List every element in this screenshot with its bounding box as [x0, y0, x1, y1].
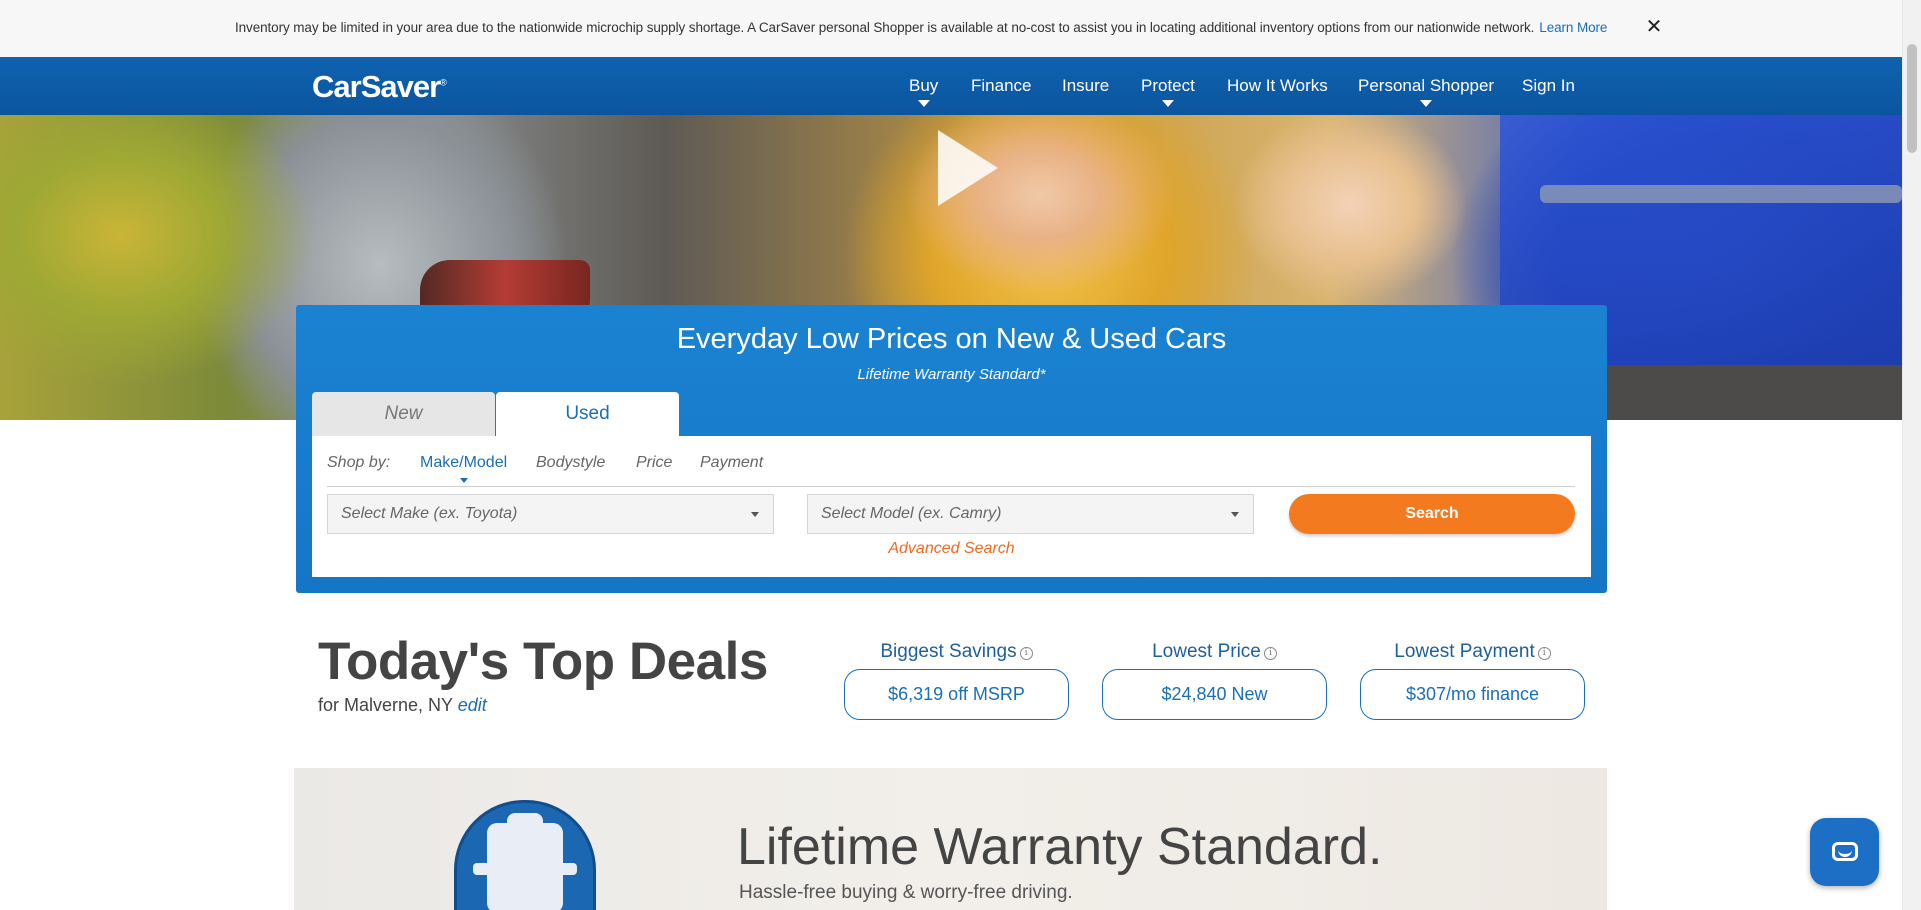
advanced-search-link[interactable]: Advanced Search	[888, 540, 1014, 558]
nav-sign-in[interactable]: Sign In	[1522, 76, 1575, 96]
deal-lowest-payment: Lowest Payment i $307/mo finance	[1360, 641, 1585, 720]
deal-label: Lowest Price i	[1102, 641, 1327, 665]
warranty-subtitle: Hassle-free buying & worry-free driving.	[739, 882, 1073, 903]
chat-icon	[1832, 842, 1858, 861]
chevron-down-icon	[917, 100, 930, 107]
tab-used[interactable]: Used	[496, 392, 679, 437]
nav-how-it-works[interactable]: How It Works	[1227, 76, 1328, 96]
shop-by-bodystyle[interactable]: Bodystyle	[536, 454, 605, 472]
nav-label: Sign In	[1522, 76, 1575, 95]
info-icon[interactable]: i	[1537, 647, 1551, 660]
learn-more-link[interactable]: Learn More	[1539, 20, 1607, 35]
nav-label: Protect	[1141, 76, 1195, 95]
nav-personal-shopper[interactable]: Personal Shopper	[1358, 76, 1495, 107]
deal-button[interactable]: $307/mo finance	[1360, 669, 1585, 720]
info-icon[interactable]: i	[1019, 647, 1033, 660]
make-select-value: Select Make (ex. Toyota)	[341, 505, 518, 522]
shop-by-option-label: Make/Model	[420, 454, 508, 471]
scrollbar[interactable]	[1902, 0, 1921, 910]
shop-by-label: Shop by:	[327, 454, 391, 471]
edit-location-link[interactable]: edit	[458, 695, 487, 715]
logo-text: CarSaver	[312, 69, 441, 104]
location-text: for Malverne, NY	[318, 695, 453, 715]
carsaver-logo[interactable]: CarSaver®	[312, 69, 447, 105]
top-deals-title: Today's Top Deals	[318, 632, 768, 691]
tab-new[interactable]: New	[312, 392, 495, 437]
divider	[327, 486, 1575, 487]
deal-label-text: Lowest Payment	[1394, 641, 1535, 662]
chevron-down-icon	[1161, 100, 1174, 107]
model-select[interactable]: Select Model (ex. Camry)	[807, 494, 1254, 534]
caret-down-icon	[1231, 512, 1239, 517]
chevron-down-icon	[1420, 100, 1433, 107]
search-button[interactable]: Search	[1289, 494, 1575, 534]
site-header: CarSaver® Buy Finance Insure Protect How…	[0, 57, 1902, 115]
advanced-search-row: Advanced Search	[312, 540, 1591, 558]
caret-down-icon	[459, 478, 468, 483]
deal-label-text: Lowest Price	[1152, 641, 1261, 662]
hero-girl-right	[1220, 115, 1500, 315]
nav-label: Personal Shopper	[1358, 76, 1495, 95]
warranty-title: Lifetime Warranty Standard.	[737, 818, 1383, 876]
nav-label: Insure	[1062, 76, 1110, 95]
engine-icon	[473, 813, 577, 910]
deal-button[interactable]: $6,319 off MSRP	[844, 669, 1069, 720]
search-subtitle: Lifetime Warranty Standard*	[857, 366, 1046, 383]
suitcase-stripe	[1540, 185, 1902, 203]
nav-insure[interactable]: Insure	[1062, 76, 1109, 96]
caret-down-icon	[751, 512, 759, 517]
deal-button[interactable]: $24,840 New	[1102, 669, 1327, 720]
chat-button[interactable]	[1810, 818, 1879, 886]
shop-by-payment[interactable]: Payment	[700, 454, 763, 472]
deal-label: Biggest Savings i	[844, 641, 1069, 665]
deal-biggest-savings: Biggest Savings i $6,319 off MSRP	[844, 641, 1069, 720]
close-icon[interactable]: ✕	[1643, 16, 1665, 38]
play-icon[interactable]	[938, 130, 998, 206]
info-icon[interactable]: i	[1263, 647, 1277, 660]
shop-by-price[interactable]: Price	[636, 454, 672, 472]
notice-bar: Inventory may be limited in your area du…	[0, 0, 1902, 57]
warranty-banner: Lifetime Warranty Standard. Hassle-free …	[294, 768, 1607, 910]
notice-text: Inventory may be limited in your area du…	[235, 20, 1535, 35]
deal-lowest-price: Lowest Price i $24,840 New	[1102, 641, 1327, 720]
page: Inventory may be limited in your area du…	[0, 0, 1921, 910]
shop-by-make-model[interactable]: Make/Model	[420, 454, 508, 483]
hero-girl-left	[880, 115, 1200, 315]
nav-label: How It Works	[1227, 76, 1328, 95]
nav-label: Buy	[909, 76, 939, 95]
deal-label-text: Biggest Savings	[880, 641, 1017, 662]
suitcase-base	[1560, 365, 1902, 420]
search-title: Everyday Low Prices on New & Used Cars	[676, 323, 1227, 355]
nav-finance[interactable]: Finance	[971, 76, 1031, 96]
make-select[interactable]: Select Make (ex. Toyota)	[327, 494, 774, 534]
nav-protect[interactable]: Protect	[1141, 76, 1195, 107]
scrollbar-thumb[interactable]	[1907, 44, 1917, 153]
deals-location: for Malverne, NY edit	[318, 695, 487, 716]
registered-mark: ®	[440, 77, 447, 88]
deal-label: Lowest Payment i	[1360, 641, 1585, 665]
model-select-value: Select Model (ex. Camry)	[821, 505, 1002, 522]
nav-buy[interactable]: Buy	[909, 76, 939, 107]
engine-badge-icon	[454, 800, 596, 910]
nav-label: Finance	[971, 76, 1032, 95]
notice-message: Inventory may be limited in your area du…	[235, 20, 1607, 35]
search-form: Shop by: Make/Model Bodystyle Price Paym…	[312, 436, 1591, 577]
search-panel: Everyday Low Prices on New & Used Cars L…	[296, 305, 1607, 593]
